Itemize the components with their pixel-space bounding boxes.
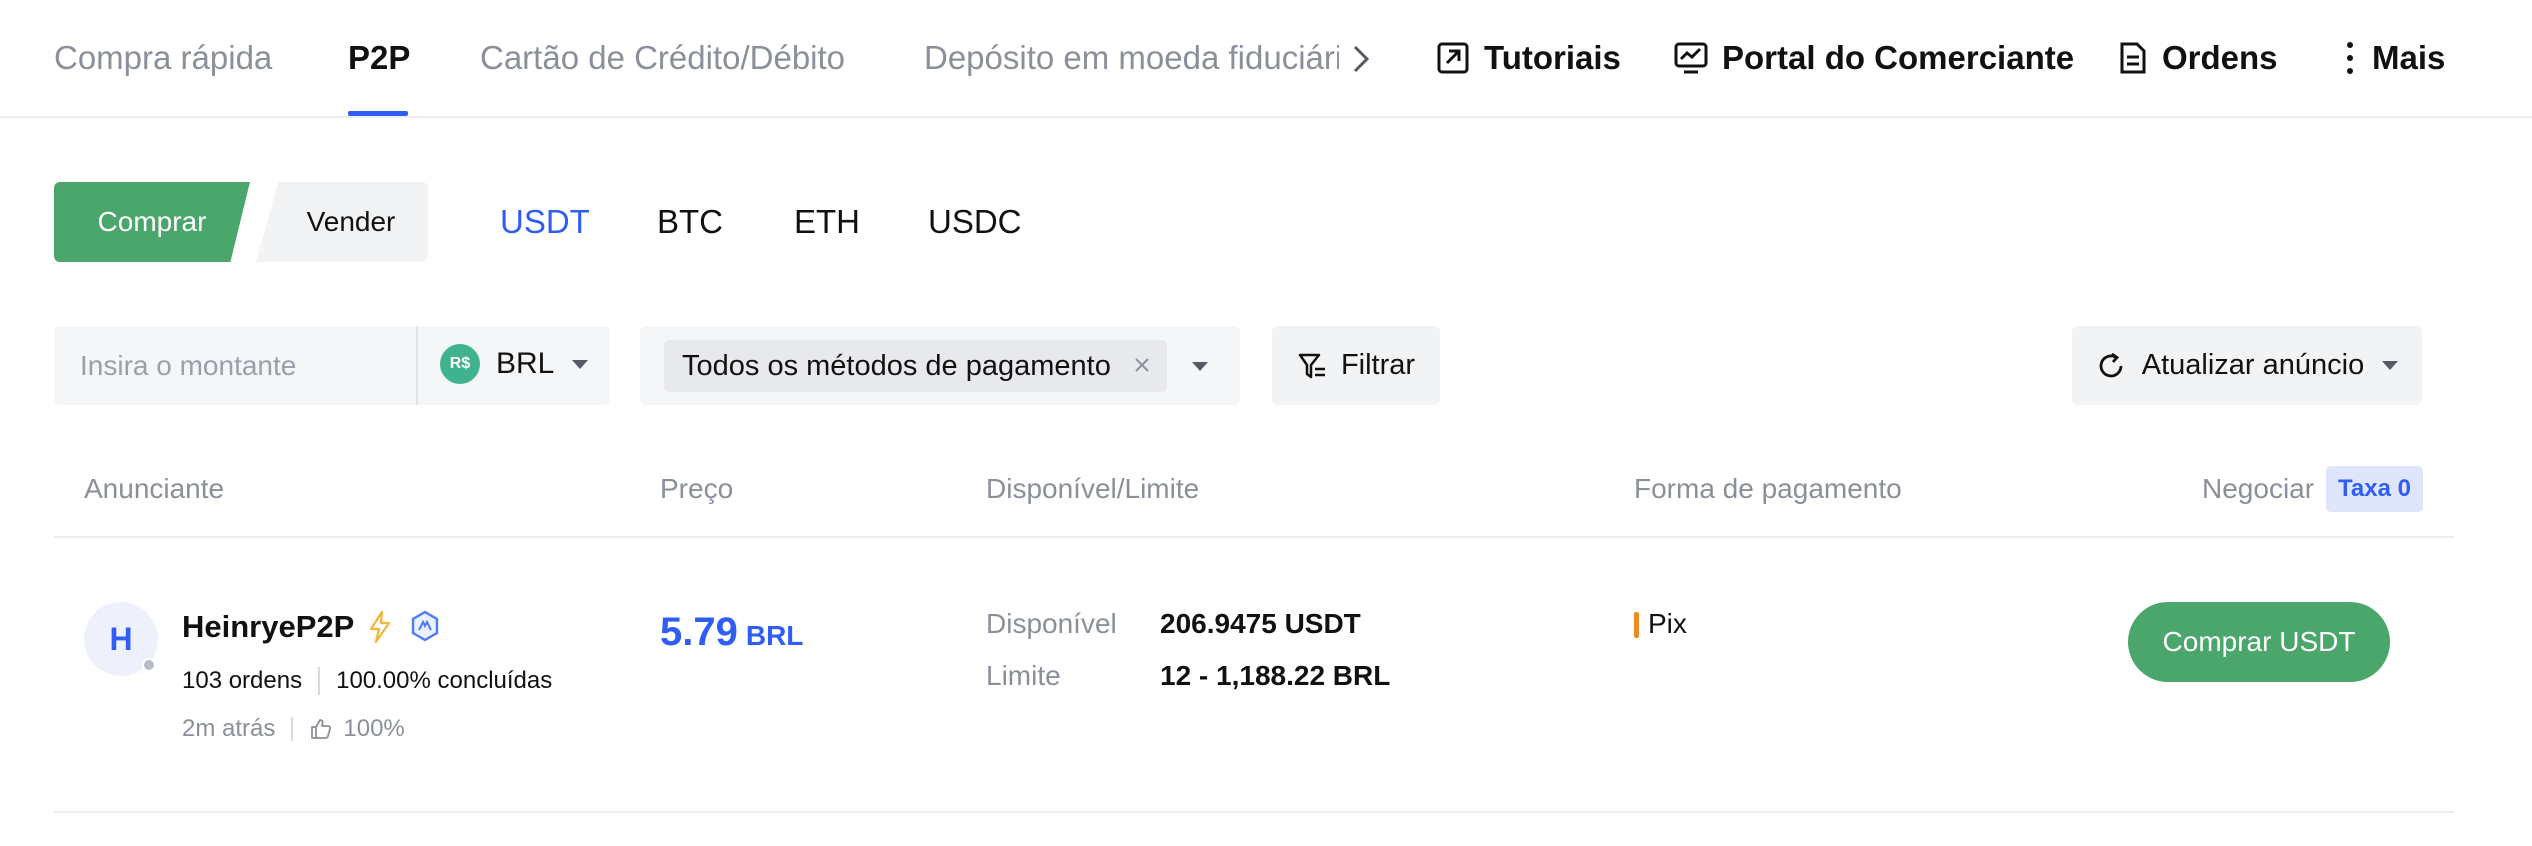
price-currency: BRL — [745, 620, 804, 651]
buy-sell-toggle: Comprar Vender — [54, 182, 428, 262]
advertiser-stats: 103 ordens 100.00% concluídas — [182, 666, 552, 696]
refresh-label: Atualizar anúncio — [2141, 349, 2365, 381]
payment-chip-label: Todos os métodos de pagamento — [682, 349, 1111, 382]
buy-usdt-button[interactable]: Comprar USDT — [2128, 602, 2390, 682]
more-menu[interactable]: Mais — [2342, 36, 2445, 80]
merchant-portal-link[interactable]: Portal do Comerciante — [1674, 36, 2074, 80]
payment-method-name: Pix — [1648, 608, 1687, 639]
amount-input[interactable] — [54, 326, 416, 405]
available-value: 206.9475 USDT — [1160, 608, 1361, 639]
currency-select[interactable]: R$ BRL — [440, 344, 589, 384]
brl-currency-icon: R$ — [440, 344, 480, 384]
refresh-ads-button[interactable]: Atualizar anúncio — [2072, 326, 2422, 405]
tutorial-icon — [1437, 42, 1469, 74]
rating: 100% — [343, 715, 405, 742]
document-icon — [2120, 42, 2146, 74]
zero-fee-badge: Taxa 0 — [2326, 466, 2423, 512]
verified-merchant-icon — [411, 610, 439, 642]
currency-label: BRL — [496, 347, 555, 380]
chart-monitor-icon — [1674, 42, 1708, 74]
coin-tab-btc[interactable]: BTC — [657, 202, 723, 242]
header-payment-method: Forma de pagamento — [1634, 473, 1902, 504]
tab-quick-buy[interactable]: Compra rápida — [54, 38, 272, 78]
price: 5.79 BRL — [660, 610, 803, 655]
more-vertical-icon — [2347, 42, 2353, 74]
caret-down-icon[interactable] — [2382, 361, 2399, 370]
refresh-icon — [2099, 352, 2123, 377]
active-tab-indicator — [348, 111, 408, 116]
header-available-limit: Disponível/Limite — [986, 473, 1200, 504]
orders-label: Ordens — [2162, 39, 2278, 76]
close-icon[interactable] — [1131, 354, 1153, 376]
orders-link[interactable]: Ordens — [2118, 36, 2278, 80]
tab-p2p[interactable]: P2P — [348, 38, 410, 78]
tab-credit-debit-card[interactable]: Cartão de Crédito/Débito — [480, 38, 845, 78]
filter-icon — [1298, 353, 1325, 378]
tutorials-label: Tutoriais — [1484, 39, 1621, 76]
available-label: Disponível — [986, 608, 1117, 639]
lightning-icon — [369, 610, 391, 644]
limit-label: Limite — [986, 660, 1061, 691]
buy-button[interactable]: Comprar — [54, 182, 250, 262]
header-advertiser: Anunciante — [84, 473, 225, 504]
caret-down-icon — [1192, 362, 1208, 371]
advertiser-name[interactable]: HeinryeP2P — [182, 608, 354, 646]
top-navigation: Compra rápida P2P Cartão de Crédito/Débi… — [0, 0, 2532, 118]
tab-fiat-deposit[interactable]: Depósito em moeda fiduciária — [924, 38, 1339, 80]
coin-tab-eth[interactable]: ETH — [794, 202, 860, 242]
meta-separator — [291, 717, 294, 741]
tutorials-link[interactable]: Tutoriais — [1436, 36, 1621, 80]
header-divider — [54, 536, 2454, 538]
payment-method-color-bar — [1634, 612, 1639, 638]
advertiser-meta: 2m atrás 100% — [182, 714, 405, 744]
limit-value: 12 - 1,188.22 BRL — [1160, 660, 1391, 691]
stats-separator — [318, 667, 321, 695]
header-trade: Negociar — [2202, 473, 2315, 504]
thumbs-up-icon — [311, 719, 332, 739]
filter-label: Filtrar — [1340, 349, 1416, 381]
coin-tab-usdc[interactable]: USDC — [928, 202, 1022, 242]
online-status-dot — [142, 658, 156, 672]
caret-down-icon — [572, 359, 589, 369]
price-value: 5.79 — [660, 610, 738, 654]
payment-method-chip: Todos os métodos de pagamento — [664, 340, 1167, 392]
amount-divider — [416, 326, 418, 405]
header-price: Preço — [660, 473, 734, 504]
sell-button[interactable]: Vender — [256, 182, 428, 262]
chevron-right-icon[interactable] — [1350, 42, 1372, 76]
coin-tab-usdt[interactable]: USDT — [500, 202, 590, 242]
completion-rate: 100.00% concluídas — [336, 667, 553, 694]
merchant-portal-label: Portal do Comerciante — [1722, 39, 2075, 76]
filter-button[interactable]: Filtrar — [1272, 326, 1440, 405]
order-count: 103 ordens — [182, 667, 303, 694]
row-divider — [54, 811, 2454, 813]
last-seen: 2m atrás — [182, 715, 276, 742]
more-label: Mais — [2372, 39, 2446, 76]
